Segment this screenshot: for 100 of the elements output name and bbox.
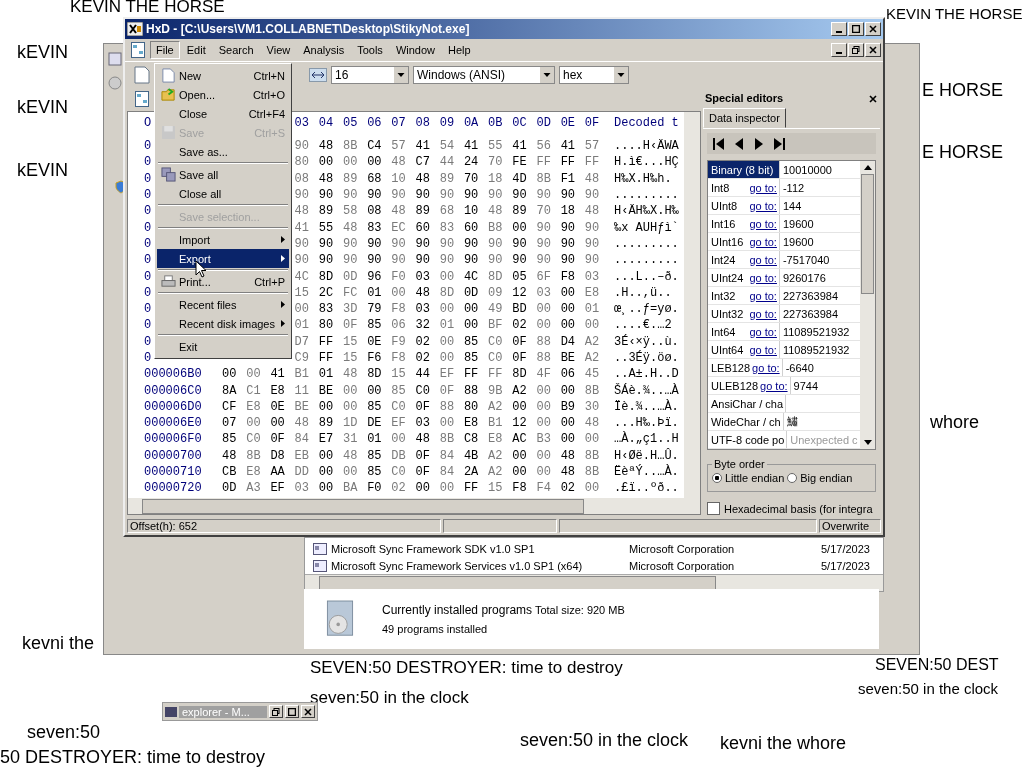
hex-byte: 90 (463, 236, 480, 251)
scroll-down-icon[interactable] (863, 440, 872, 445)
menu-item[interactable]: Export (157, 249, 289, 268)
type-cell[interactable]: Int32 go to: (707, 287, 780, 304)
close-button[interactable] (865, 22, 881, 36)
menu-item[interactable]: Help (442, 41, 477, 59)
horizontal-scrollbar[interactable] (128, 498, 700, 514)
menu-item[interactable]: Save all (157, 165, 289, 184)
tab[interactable]: Data inspector (702, 108, 786, 129)
bytes-per-row-dropdown[interactable]: 16 (331, 65, 409, 84)
value-cell[interactable]: -112 (779, 179, 860, 196)
window-icon (108, 52, 122, 66)
type-cell[interactable]: UInt8 go to: (707, 197, 780, 214)
hex-byte: 90 (342, 236, 359, 251)
close-button[interactable] (868, 92, 878, 103)
menu-item[interactable]: Tools (351, 41, 389, 59)
menu-item[interactable]: Import (157, 230, 289, 249)
close-button[interactable] (301, 705, 315, 718)
type-cell[interactable]: UInt24 go to: (707, 269, 780, 286)
menu-item[interactable]: New Ctrl+N (157, 66, 289, 85)
go-to-link[interactable]: go to: (758, 379, 788, 392)
value-cell[interactable]: -7517040 (779, 251, 860, 268)
type-cell[interactable]: UInt32 go to: (707, 305, 780, 322)
go-to-link[interactable]: go to: (747, 235, 777, 248)
hex-byte: 00 (536, 416, 552, 431)
menu-item[interactable]: Recent disk images (157, 314, 289, 333)
type-cell[interactable]: WideChar / ch (707, 413, 784, 430)
value-cell[interactable]: 鱐 (783, 413, 860, 430)
hex-byte: D8 (270, 448, 286, 463)
type-cell[interactable]: Binary (8 bit) (707, 161, 780, 178)
menu-item[interactable]: Close Ctrl+F4 (157, 104, 289, 123)
checkbox[interactable]: Hexadecimal basis (for integra (706, 502, 880, 515)
value-cell[interactable]: 9260176 (779, 269, 860, 286)
value-cell[interactable]: 11089521932 (779, 341, 860, 358)
menu-item[interactable]: Open... Ctrl+O (157, 85, 289, 104)
restore-button[interactable] (269, 705, 283, 718)
menu-item[interactable]: Recent files (157, 295, 289, 314)
go-to-link[interactable]: go to: (747, 307, 777, 320)
offset-cell: 0 (144, 171, 152, 186)
go-to-link[interactable]: go to: (747, 181, 777, 194)
menu-item[interactable]: Exit (157, 337, 289, 356)
new-file-icon[interactable] (133, 65, 151, 84)
menu-item[interactable]: Close all (157, 184, 289, 203)
go-to-link[interactable]: go to: (750, 361, 780, 374)
vertical-scrollbar[interactable] (683, 112, 700, 498)
next-icon[interactable] (752, 136, 765, 151)
vertical-scrollbar[interactable] (860, 161, 875, 449)
menu-item[interactable]: Print... Ctrl+P (157, 272, 289, 291)
type-cell[interactable]: Int24 go to: (707, 251, 780, 268)
type-cell[interactable]: Int16 go to: (707, 215, 780, 232)
type-cell[interactable]: Int64 go to: (707, 323, 780, 340)
minimize-button[interactable] (831, 43, 847, 57)
program-name[interactable]: Microsoft Sync Framework SDK v1.0 SP1 (331, 542, 629, 555)
type-cell[interactable]: UInt64 go to: (707, 341, 780, 358)
menu-item[interactable]: Analysis (297, 41, 351, 59)
value-cell[interactable]: 144 (779, 197, 860, 214)
document-tab-icon[interactable] (135, 91, 149, 107)
scroll-up-icon[interactable] (863, 165, 872, 170)
program-name[interactable]: Microsoft Sync Framework Services v1.0 SP1 (x64) (331, 559, 629, 572)
menu-item[interactable]: Window (389, 41, 441, 59)
go-to-link[interactable]: go to: (747, 325, 777, 338)
go-to-link[interactable]: go to: (747, 271, 777, 284)
menu-item[interactable]: File (150, 41, 180, 59)
value-cell[interactable]: -6640 (782, 359, 860, 376)
scrollbar-thumb[interactable] (861, 174, 874, 294)
restore-button[interactable] (848, 43, 864, 57)
type-cell[interactable]: ULEB128 go to: (707, 377, 791, 394)
maximize-button[interactable] (285, 705, 299, 718)
go-to-link[interactable]: go to: (747, 253, 777, 266)
offset-base-dropdown[interactable]: hex (559, 65, 629, 84)
menu-item[interactable]: View (260, 41, 297, 59)
type-cell[interactable]: UInt16 go to: (707, 233, 780, 250)
type-cell[interactable]: AnsiChar / cha (707, 395, 787, 412)
value-cell[interactable]: 227363984 (779, 305, 860, 322)
minimize-button[interactable] (831, 22, 847, 36)
value-cell[interactable]: 19600 (779, 215, 860, 232)
value-cell[interactable]: 9744 (790, 377, 860, 394)
type-cell[interactable]: LEB128 go to: (707, 359, 783, 376)
menu-item[interactable]: Edit (180, 41, 212, 59)
type-cell[interactable]: Int8 go to: (707, 179, 780, 196)
menu-item[interactable]: Search (212, 41, 260, 59)
menu-item[interactable]: Save as... (157, 142, 289, 161)
column-header: 06 (367, 116, 383, 130)
radio-option[interactable]: Big endian (787, 472, 853, 484)
first-icon[interactable] (712, 136, 725, 151)
value-cell[interactable]: 19600 (779, 233, 860, 250)
charset-dropdown[interactable]: Windows (ANSI) (413, 65, 555, 84)
go-to-link[interactable]: go to: (747, 217, 777, 230)
close-button[interactable] (865, 43, 881, 57)
maximize-button[interactable] (848, 22, 864, 36)
value-cell[interactable]: 10010000 (779, 161, 860, 178)
go-to-link[interactable]: go to: (747, 289, 777, 302)
radio-option[interactable]: Little endian (711, 472, 785, 484)
value-cell[interactable]: 227363984 (779, 287, 860, 304)
width-arrows-icon[interactable] (309, 65, 327, 84)
last-icon[interactable] (772, 136, 785, 151)
go-to-link[interactable]: go to: (747, 343, 777, 356)
value-cell[interactable]: 11089521932 (779, 323, 860, 340)
go-to-link[interactable]: go to: (747, 199, 777, 212)
scrollbar-thumb[interactable] (142, 499, 584, 514)
